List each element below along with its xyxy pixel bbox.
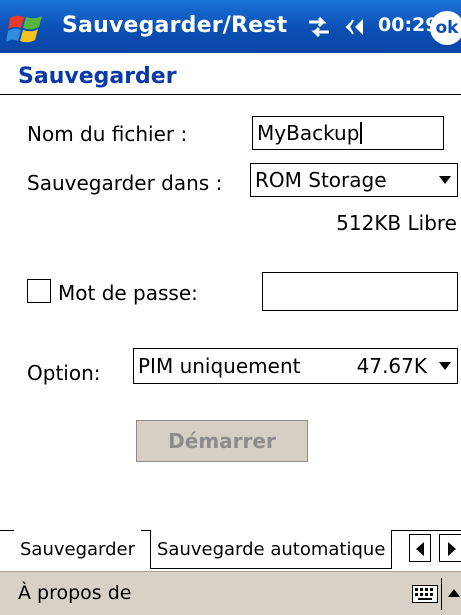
filename-label: Nom du fichier :: [27, 122, 188, 146]
about-menu-item[interactable]: À propos de: [18, 582, 132, 604]
connectivity-icon[interactable]: [305, 14, 333, 40]
option-value: PIM uniquement: [138, 354, 301, 378]
window-title: Sauvegarder/Rest: [62, 13, 288, 38]
chevron-down-icon: [439, 176, 451, 184]
location-value: ROM Storage: [255, 168, 387, 192]
free-space-text: 512KB Libre: [336, 211, 457, 235]
text-cursor: [360, 122, 363, 144]
filename-value: MyBackup: [257, 121, 360, 145]
tab-scroll-right-button[interactable]: [439, 534, 461, 562]
arrow-left-icon: [416, 542, 424, 556]
password-checkbox[interactable]: [27, 279, 51, 303]
password-label: Mot de passe:: [58, 281, 198, 305]
keyboard-icon[interactable]: [412, 585, 438, 603]
chevron-down-icon: [439, 362, 451, 370]
option-dropdown[interactable]: PIM uniquement 47.67K: [133, 348, 458, 384]
page-title: Sauvegarder: [18, 64, 177, 89]
windows-start-icon[interactable]: [6, 8, 46, 46]
tab-sauvegarde-automatique[interactable]: Sauvegarde automatique: [150, 530, 393, 569]
option-size: 47.67K: [356, 354, 427, 378]
arrow-right-icon: [448, 542, 456, 556]
tab-strip: Sauvegarder Sauvegarde automatique: [0, 530, 461, 569]
ok-button[interactable]: ok: [430, 11, 461, 45]
speaker-icon[interactable]: [345, 14, 375, 40]
filename-field[interactable]: MyBackup: [252, 116, 444, 150]
tab-sauvegarder[interactable]: Sauvegarder: [14, 530, 142, 569]
heading-divider: [0, 94, 461, 95]
sip-divider: [441, 578, 442, 610]
location-label: Sauvegarder dans :: [27, 171, 223, 195]
title-bar: Sauvegarder/Rest 00:29 ok: [0, 0, 461, 53]
chevron-up-icon[interactable]: [448, 589, 460, 597]
password-field[interactable]: [262, 272, 458, 311]
tab-scroll-left-button[interactable]: [409, 534, 431, 562]
menu-bar: À propos de: [0, 571, 461, 615]
location-dropdown[interactable]: ROM Storage: [250, 163, 458, 197]
option-label: Option:: [27, 361, 101, 385]
start-button[interactable]: Démarrer: [136, 420, 308, 462]
